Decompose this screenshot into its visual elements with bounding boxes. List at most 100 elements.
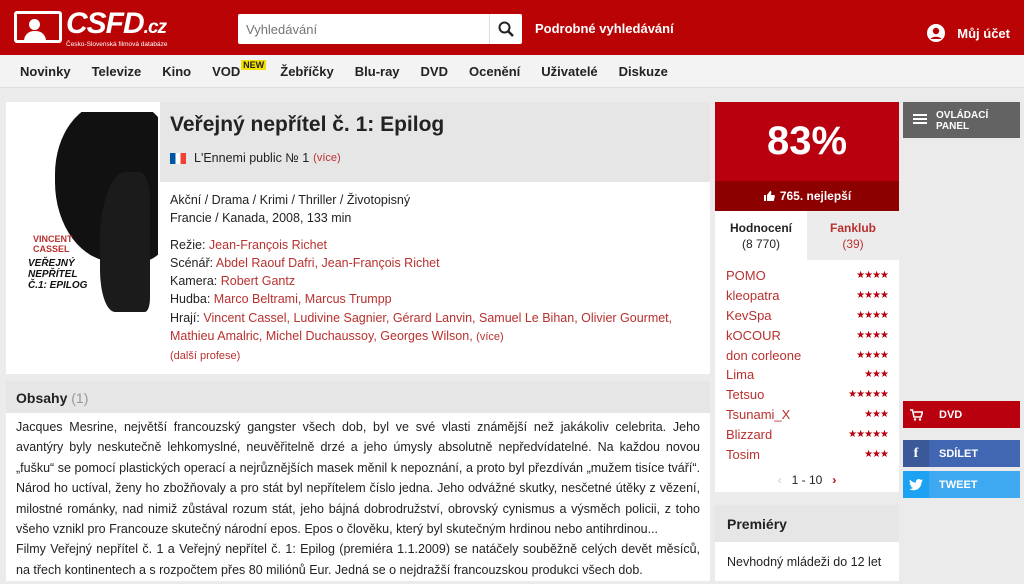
chevron-right-icon[interactable]: › [832, 473, 836, 487]
list-item: POMO ★★★★ [726, 266, 889, 286]
origin: Francie / Kanada, 2008, 133 min [170, 211, 352, 226]
nav-kino[interactable]: Kino [162, 64, 191, 79]
logo-text: CSFD [66, 7, 145, 40]
france-flag-icon [170, 152, 186, 164]
stars: ★★★ [864, 448, 889, 460]
nav-vod[interactable]: VOD NEW [212, 59, 267, 79]
user-link[interactable]: Tetsuo [726, 387, 764, 402]
user-link[interactable]: kOCOUR [726, 328, 781, 343]
dvd-label: DVD [939, 408, 963, 421]
movie-details: Akční / Drama / Krimi / Thriller / Život… [170, 191, 700, 366]
new-badge: NEW [241, 59, 267, 70]
nav-vod-label: VOD [212, 63, 241, 79]
stars: ★★★★ [856, 349, 889, 361]
rank-bar[interactable]: 765. nejlepší [715, 181, 899, 211]
premiere-box: Premiéry Nevhodný mládeži do 12 let [715, 505, 899, 581]
director-link[interactable]: Jean-François Richet [209, 238, 327, 252]
cast-row: Hrají: Vincent Cassel, Ludivine Sagnier,… [170, 310, 673, 344]
user-link[interactable]: Tsunami_X [726, 407, 790, 422]
music-links[interactable]: Marco Beltrami, Marcus Trumpp [214, 292, 392, 306]
poster-title: VEŘEJNÝ NEPŘÍTEL Č.1: EPILOG [28, 258, 88, 291]
cast-links[interactable]: Vincent Cassel, Ludivine Sagnier, Gérard… [170, 311, 672, 343]
control-panel-label: OVLÁDACÍ PANEL [936, 110, 989, 132]
nav-uzivatele[interactable]: Uživatelé [541, 64, 597, 79]
user-link[interactable]: kleopatra [726, 288, 779, 303]
search-box [238, 14, 522, 44]
camera-link[interactable]: Robert Gantz [221, 274, 295, 288]
synopsis-box: Obsahy (1) Jacques Mesrine, největší fra… [6, 381, 710, 581]
rating-tabs: Hodnocení (8 770) Fanklub (39) [715, 211, 899, 260]
search-input[interactable] [238, 14, 488, 44]
pagination: ‹ 1 - 10 › [715, 473, 899, 487]
logo-suffix: .cz [143, 17, 167, 38]
search-icon [498, 21, 514, 37]
list-item: don corleone ★★★★ [726, 345, 889, 365]
share-button[interactable]: f SDÍLET [903, 440, 1020, 467]
user-link[interactable]: Blizzard [726, 427, 772, 442]
account-label: Můj účet [957, 25, 1010, 41]
cart-icon [903, 401, 929, 428]
more-professions-link[interactable]: (další profese) [170, 350, 240, 362]
movie-title: Veřejný nepřítel č. 1: Epilog [170, 113, 445, 136]
more-cast-link[interactable]: (více) [476, 331, 504, 343]
control-panel-button[interactable]: OVLÁDACÍ PANEL [903, 102, 1020, 138]
tweet-button[interactable]: TWEET [903, 471, 1020, 498]
pagination-range: 1 - 10 [791, 473, 823, 487]
list-item: kOCOUR ★★★★ [726, 325, 889, 345]
user-link[interactable]: POMO [726, 268, 766, 283]
facebook-icon: f [903, 440, 929, 467]
list-item: Tsunami_X ★★★ [726, 405, 889, 425]
user-ratings-list: POMO ★★★★ kleopatra ★★★★ KevSpa ★★★★ kOCOUR… [715, 260, 899, 464]
stars: ★★★★★ [848, 428, 889, 440]
stars: ★★★★★ [848, 389, 889, 401]
tab-fanklub[interactable]: Fanklub (39) [807, 211, 899, 260]
nav-novinky[interactable]: Novinky [20, 64, 71, 79]
movie-info-box: VINCENT CASSEL VEŘEJNÝ NEPŘÍTEL Č.1: EPI… [6, 102, 710, 374]
synopsis-paragraph-1: Jacques Mesrine, největší francouzský ga… [16, 420, 700, 537]
user-link[interactable]: don corleone [726, 348, 801, 363]
movie-poster[interactable]: VINCENT CASSEL VEŘEJNÝ NEPŘÍTEL Č.1: EPI… [15, 112, 158, 315]
chevron-left-icon[interactable]: ‹ [778, 473, 782, 487]
premiere-header: Premiéry [715, 505, 899, 542]
rating-box: 83% 765. nejlepší Hodnocení (8 770) Fankl… [715, 102, 899, 492]
advanced-search-link[interactable]: Podrobné vyhledávání [535, 21, 674, 36]
user-link[interactable]: KevSpa [726, 308, 772, 323]
nav-televize[interactable]: Televize [92, 64, 142, 79]
nav-dvd[interactable]: DVD [421, 64, 448, 79]
original-title: L'Ennemi public № 1 (více) [170, 151, 341, 165]
synopsis-header: Obsahy (1) [6, 381, 710, 413]
film-logo-icon [14, 11, 62, 43]
nav-bluray[interactable]: Blu-ray [355, 64, 400, 79]
age-rating: Nevhodný mládeži do 12 let [727, 555, 882, 569]
logo-subtitle: Česko-Slovenská filmová databáze [66, 41, 168, 48]
nav-oceneni[interactable]: Ocenění [469, 64, 520, 79]
list-item: Tetsuo ★★★★★ [726, 385, 889, 405]
csfd-logo[interactable]: CSFD.cz Česko-Slovenská filmová databáze [14, 7, 176, 49]
stars: ★★★★ [856, 270, 889, 282]
rating-percent: 83% [715, 102, 899, 181]
writer-row: Scénář: Abdel Raouf Dafri, Jean-François… [170, 255, 440, 270]
synopsis-count: (1) [71, 390, 89, 406]
tweet-label: TWEET [939, 478, 978, 491]
list-item: kleopatra ★★★★ [726, 286, 889, 306]
writer-links[interactable]: Abdel Raouf Dafri, Jean-François Richet [216, 256, 440, 270]
stars: ★★★★ [856, 309, 889, 321]
user-link[interactable]: Tosim [726, 447, 760, 462]
genres: Akční / Drama / Krimi / Thriller / Život… [170, 193, 411, 207]
nav-zebricky[interactable]: Žebříčky [280, 64, 333, 79]
user-icon [927, 24, 946, 42]
search-button[interactable] [489, 14, 522, 44]
original-title-text: L'Ennemi public № 1 [194, 151, 310, 165]
user-link[interactable]: Lima [726, 367, 754, 382]
main-nav: Novinky Televize Kino VOD NEW Žebříčky Bl… [0, 55, 1024, 88]
nav-diskuze[interactable]: Diskuze [619, 64, 668, 79]
tab-hodnoceni[interactable]: Hodnocení (8 770) [715, 211, 807, 260]
stars: ★★★ [864, 369, 889, 381]
account-link[interactable]: Můj účet [927, 24, 1010, 42]
list-item: Lima ★★★ [726, 365, 889, 385]
dvd-button[interactable]: DVD [903, 401, 1020, 428]
stars: ★★★★ [856, 290, 889, 302]
list-item: KevSpa ★★★★ [726, 306, 889, 326]
camera-row: Kamera: Robert Gantz [170, 274, 296, 289]
more-titles-link[interactable]: (více) [313, 152, 341, 164]
